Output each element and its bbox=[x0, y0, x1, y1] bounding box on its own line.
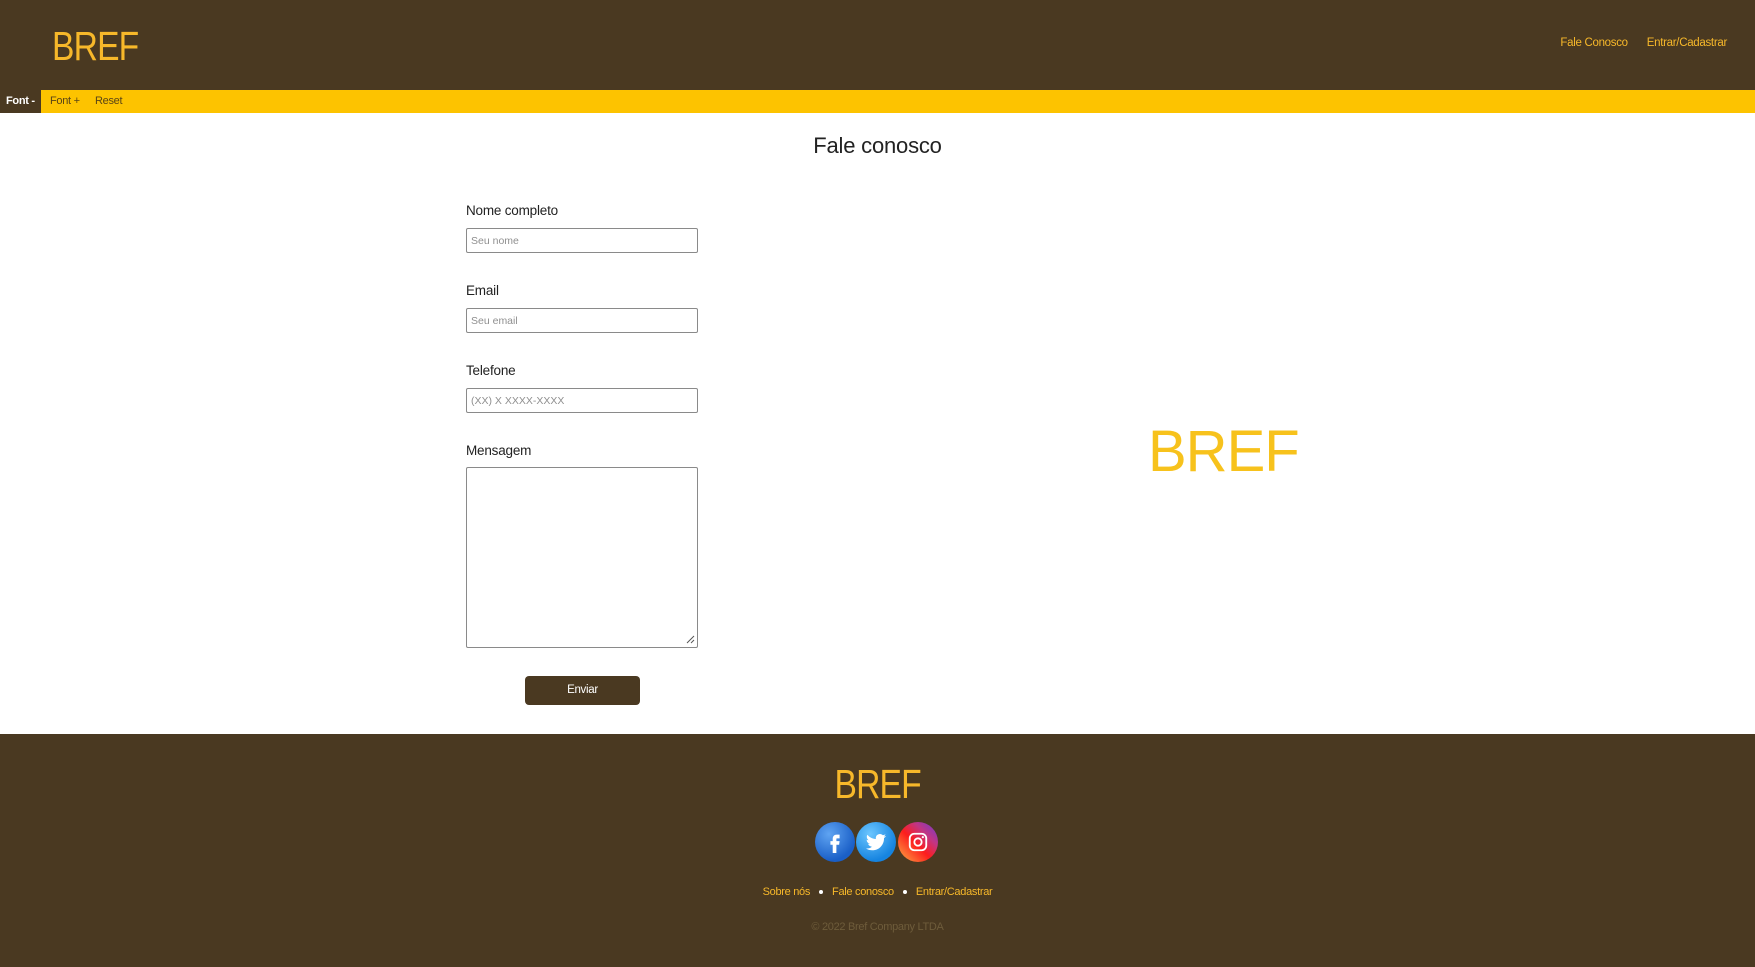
copyright-text: © 2022 Bref Company LTDA bbox=[811, 921, 944, 933]
twitter-icon[interactable] bbox=[856, 822, 896, 862]
email-label: Email bbox=[466, 283, 499, 298]
footer-links: Sobre nós Fale conosco Entrar/Cadastrar bbox=[0, 886, 1755, 898]
header-logo[interactable]: BREF bbox=[52, 20, 139, 72]
nav-entrar-cadastrar[interactable]: Entrar/Cadastrar bbox=[1647, 37, 1728, 49]
phone-input[interactable] bbox=[466, 388, 698, 413]
footer-link-entrar-cadastrar[interactable]: Entrar/Cadastrar bbox=[916, 886, 993, 898]
name-label: Nome completo bbox=[466, 203, 558, 218]
footer-logo[interactable]: BREF bbox=[834, 758, 921, 810]
site-footer: BREF Sobre nós Fale conosco Entrar/Cadastr… bbox=[0, 734, 1755, 967]
font-size-bar: Font - Font + Reset bbox=[0, 90, 1755, 113]
side-logo: BREF bbox=[1148, 419, 1300, 484]
footer-link-sobre-nos[interactable]: Sobre nós bbox=[763, 886, 811, 898]
message-label: Mensagem bbox=[466, 443, 532, 458]
separator-dot bbox=[819, 890, 824, 895]
facebook-glyph-icon bbox=[830, 834, 840, 853]
twitter-glyph-icon bbox=[866, 834, 886, 851]
email-input[interactable] bbox=[466, 308, 698, 333]
footer-logo-wrap: BREF bbox=[0, 758, 1755, 810]
message-textarea[interactable] bbox=[466, 467, 698, 648]
instagram-icon[interactable] bbox=[898, 822, 938, 862]
resize-grip-icon[interactable] bbox=[685, 634, 695, 644]
page-title: Fale conosco bbox=[813, 133, 942, 158]
header-nav: Fale Conosco Entrar/Cadastrar bbox=[1560, 37, 1727, 49]
facebook-icon[interactable] bbox=[815, 822, 855, 862]
footer-link-fale-conosco[interactable]: Fale conosco bbox=[832, 886, 894, 898]
site-header: BREF Fale Conosco Entrar/Cadastrar bbox=[0, 0, 1755, 90]
phone-label: Telefone bbox=[466, 363, 516, 378]
font-decrease-button[interactable]: Font - bbox=[0, 90, 41, 113]
name-input[interactable] bbox=[466, 228, 698, 253]
font-reset-button[interactable]: Reset bbox=[95, 90, 123, 113]
font-increase-button[interactable]: Font + bbox=[50, 90, 80, 113]
separator-dot bbox=[902, 890, 907, 895]
nav-fale-conosco[interactable]: Fale Conosco bbox=[1560, 37, 1628, 49]
instagram-glyph-icon bbox=[908, 832, 928, 852]
submit-button[interactable]: Enviar bbox=[525, 676, 640, 705]
